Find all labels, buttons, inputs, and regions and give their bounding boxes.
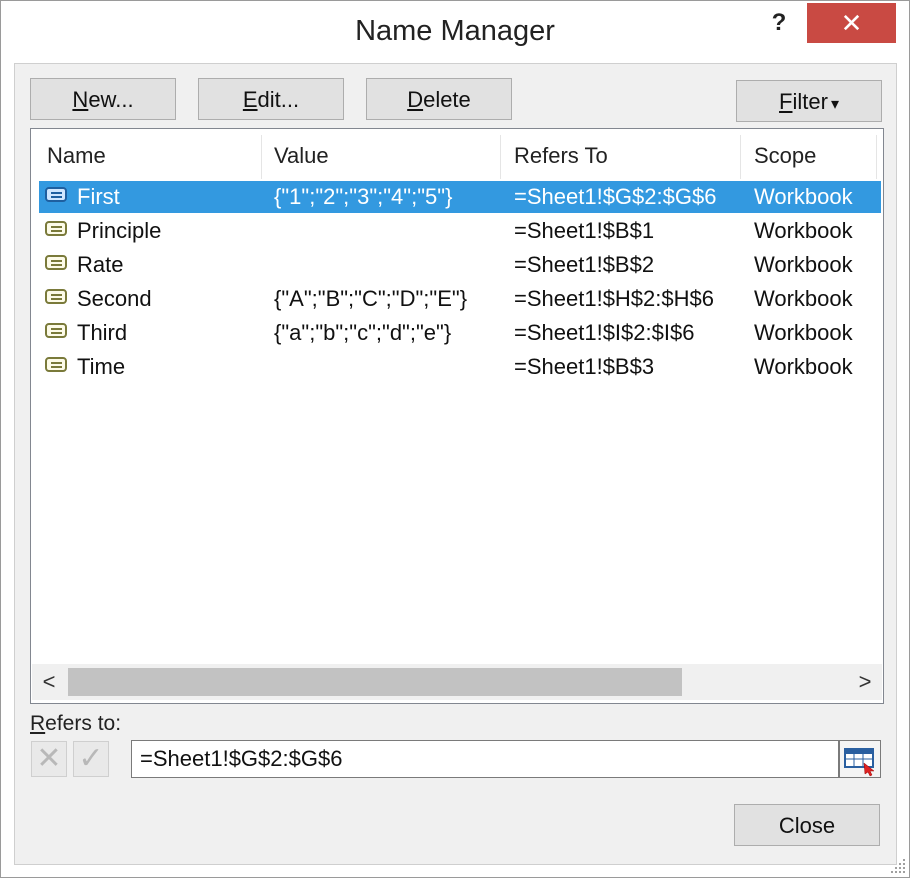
scroll-left-icon[interactable]: <: [32, 664, 66, 700]
title-bar: Name Manager ? ✕: [1, 1, 909, 63]
named-range-icon: [45, 221, 67, 236]
range-select-icon: [844, 748, 875, 777]
row-name: Time: [77, 354, 126, 379]
column-header-refers-to[interactable]: Refers To: [514, 143, 608, 169]
new-button[interactable]: New...: [30, 78, 176, 120]
column-divider[interactable]: [740, 135, 741, 179]
column-divider[interactable]: [261, 135, 262, 179]
refers-to-input[interactable]: =Sheet1!$G$2:$G$6: [131, 740, 839, 778]
help-button[interactable]: ?: [759, 7, 799, 39]
row-scope: Workbook: [754, 184, 853, 209]
dialog-body: New... Edit... Delete Filter ▾ Name Value…: [14, 63, 897, 865]
delete-button[interactable]: Delete: [366, 78, 512, 120]
name-manager-dialog: Name Manager ? ✕ New... Edit... Delete F…: [0, 0, 910, 878]
row-scope: Workbook: [754, 218, 853, 243]
row-refers-to: =Sheet1!$B$2: [514, 252, 655, 277]
resize-grip-icon[interactable]: [889, 857, 907, 875]
close-button[interactable]: Close: [734, 804, 880, 846]
scroll-right-icon[interactable]: >: [848, 664, 882, 700]
table-row[interactable]: Second {"A";"B";"C";"D";"E"} =Sheet1!$H$…: [39, 283, 881, 315]
row-scope: Workbook: [754, 286, 853, 311]
refers-to-label: Refers to:: [30, 712, 122, 735]
named-range-icon: [45, 187, 67, 202]
row-value: {"1";"2";"3";"4";"5"}: [274, 184, 453, 209]
row-refers-to: =Sheet1!$B$1: [514, 218, 655, 243]
named-range-icon: [45, 357, 67, 372]
row-name: Rate: [77, 252, 124, 277]
chevron-down-icon: ▾: [830, 96, 839, 113]
row-scope: Workbook: [754, 252, 853, 277]
table-row[interactable]: Rate =Sheet1!$B$2 Workbook: [39, 249, 881, 281]
column-header-name[interactable]: Name: [47, 143, 106, 169]
named-range-icon: [45, 323, 67, 338]
row-name: Second: [77, 286, 152, 311]
table-row[interactable]: Principle =Sheet1!$B$1 Workbook: [39, 215, 881, 247]
row-name: Third: [77, 320, 128, 345]
row-scope: Workbook: [754, 354, 853, 379]
row-name: Principle: [77, 218, 162, 243]
scrollbar-thumb[interactable]: [68, 668, 682, 696]
row-value: {"a";"b";"c";"d";"e"}: [274, 320, 452, 345]
named-range-icon: [45, 289, 67, 304]
row-value: {"A";"B";"C";"D";"E"}: [274, 286, 468, 311]
row-refers-to: =Sheet1!$B$3: [514, 354, 655, 379]
table-row[interactable]: First {"1";"2";"3";"4";"5"} =Sheet1!$G$2…: [39, 181, 881, 213]
window-close-button[interactable]: ✕: [807, 3, 896, 43]
row-scope: Workbook: [754, 320, 853, 345]
column-header-scope[interactable]: Scope: [754, 143, 816, 169]
row-refers-to: =Sheet1!$H$2:$H$6: [514, 286, 714, 311]
table-row[interactable]: Third {"a";"b";"c";"d";"e"} =Sheet1!$I$2…: [39, 317, 881, 349]
row-name: First: [77, 184, 120, 209]
row-refers-to: =Sheet1!$I$2:$I$6: [514, 320, 695, 345]
filter-button[interactable]: Filter ▾: [736, 80, 882, 122]
row-refers-to: =Sheet1!$G$2:$G$6: [514, 184, 717, 209]
horizontal-scrollbar[interactable]: < >: [32, 664, 882, 700]
column-divider[interactable]: [876, 135, 877, 179]
cancel-edit-button[interactable]: ✕: [31, 741, 67, 777]
column-divider[interactable]: [500, 135, 501, 179]
named-range-icon: [45, 255, 67, 270]
edit-button[interactable]: Edit...: [198, 78, 344, 120]
confirm-edit-button[interactable]: ✓: [73, 741, 109, 777]
column-header-value[interactable]: Value: [274, 143, 329, 169]
table-row[interactable]: Time =Sheet1!$B$3 Workbook: [39, 351, 881, 383]
names-list[interactable]: Name Value Refers To Scope First {"1";"2…: [30, 128, 884, 704]
collapse-dialog-button[interactable]: [839, 740, 881, 778]
